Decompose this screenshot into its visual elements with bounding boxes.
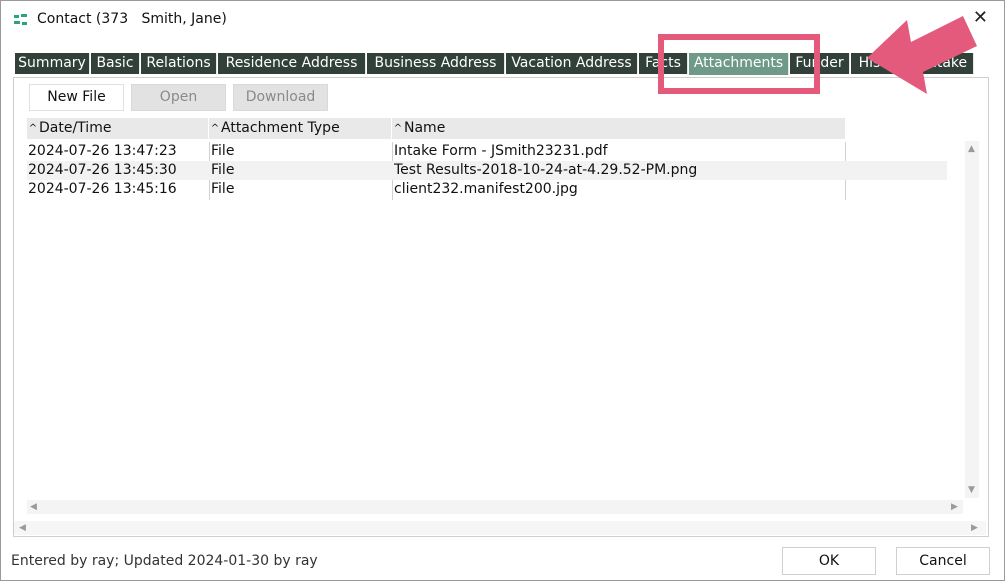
cell-datetime: 2024-07-26 13:45:16 bbox=[28, 181, 177, 197]
column-header-datetime[interactable]: ^ Date/Time bbox=[27, 118, 209, 139]
scroll-right-icon[interactable]: ▶ bbox=[971, 523, 978, 533]
status-text: Entered by ray; Updated 2024-01-30 by ra… bbox=[11, 553, 318, 569]
tab-summary[interactable]: Summary bbox=[15, 53, 90, 74]
cell-datetime: 2024-07-26 13:45:30 bbox=[28, 162, 177, 178]
tab-residence-address[interactable]: Residence Address bbox=[218, 53, 366, 74]
cell-name: Test Results-2018-10-24-at-4.29.52-PM.pn… bbox=[394, 162, 698, 178]
cell-type: File bbox=[211, 143, 235, 159]
scroll-left-icon[interactable]: ◀ bbox=[30, 502, 37, 512]
ok-button[interactable]: OK bbox=[782, 547, 876, 575]
sort-ascending-icon: ^ bbox=[28, 123, 38, 134]
tab-relations[interactable]: Relations bbox=[141, 53, 217, 74]
attachments-table: ^ Date/Time ^ Attachment Type ^ Name 2024-0… bbox=[27, 118, 979, 514]
cell-name: Intake Form - JSmith23231.pdf bbox=[394, 143, 608, 159]
table-row[interactable]: 2024-07-26 13:45:16 File client232.manif… bbox=[27, 180, 947, 199]
window-title: Contact (373 Smith, Jane) bbox=[37, 11, 227, 27]
cell-name: client232.manifest200.jpg bbox=[394, 181, 578, 197]
cell-type: File bbox=[211, 181, 235, 197]
title-bar: Contact (373 Smith, Jane) ✕ bbox=[1, 1, 1004, 39]
scroll-down-icon[interactable]: ▼ bbox=[968, 485, 975, 495]
scroll-right-icon[interactable]: ▶ bbox=[951, 502, 958, 512]
download-button[interactable]: Download bbox=[233, 84, 328, 111]
attachments-panel: New File Open Download ^ Date/Time ^ Attac… bbox=[13, 77, 989, 537]
new-file-button[interactable]: New File bbox=[29, 84, 124, 111]
column-label: Attachment Type bbox=[221, 120, 340, 136]
panel-horizontal-scrollbar[interactable]: ◀ ▶ bbox=[14, 521, 986, 535]
sort-ascending-icon: ^ bbox=[210, 123, 220, 134]
close-icon[interactable]: ✕ bbox=[973, 9, 988, 27]
vertical-scrollbar[interactable]: ▲ ▼ bbox=[965, 141, 979, 498]
column-header-attachment-type[interactable]: ^ Attachment Type bbox=[209, 118, 392, 139]
tab-vacation-address[interactable]: Vacation Address bbox=[506, 53, 638, 74]
tab-basic[interactable]: Basic bbox=[91, 53, 140, 74]
cell-type: File bbox=[211, 162, 235, 178]
table-row[interactable]: 2024-07-26 13:47:23 File Intake Form - J… bbox=[27, 142, 947, 161]
cell-datetime: 2024-07-26 13:47:23 bbox=[28, 143, 177, 159]
open-button[interactable]: Open bbox=[131, 84, 226, 111]
column-header-name[interactable]: ^ Name bbox=[392, 118, 846, 139]
scroll-up-icon[interactable]: ▲ bbox=[968, 144, 975, 154]
tab-attachments[interactable]: Attachments bbox=[689, 53, 789, 75]
tab-history[interactable]: History bbox=[851, 53, 917, 74]
table-body: 2024-07-26 13:47:23 File Intake Form - J… bbox=[27, 142, 947, 199]
column-label: Date/Time bbox=[39, 120, 112, 136]
cancel-button[interactable]: Cancel bbox=[896, 547, 990, 575]
column-label: Name bbox=[404, 120, 446, 136]
table-row[interactable]: 2024-07-26 13:45:30 File Test Results-20… bbox=[27, 161, 947, 180]
tab-business-address[interactable]: Business Address bbox=[367, 53, 505, 74]
tab-intake[interactable]: Intake bbox=[918, 53, 974, 74]
horizontal-scrollbar[interactable]: ◀ ▶ bbox=[27, 500, 963, 514]
scroll-left-icon[interactable]: ◀ bbox=[19, 523, 26, 533]
tab-strip: Summary Basic Relations Residence Addres… bbox=[15, 53, 975, 75]
app-logo-icon bbox=[14, 14, 27, 25]
tab-funder[interactable]: Funder bbox=[790, 53, 850, 74]
tab-facts[interactable]: Facts bbox=[639, 53, 688, 74]
sort-ascending-icon: ^ bbox=[393, 123, 403, 134]
contact-dialog: Contact (373 Smith, Jane) ✕ Summary Basi… bbox=[0, 0, 1005, 581]
